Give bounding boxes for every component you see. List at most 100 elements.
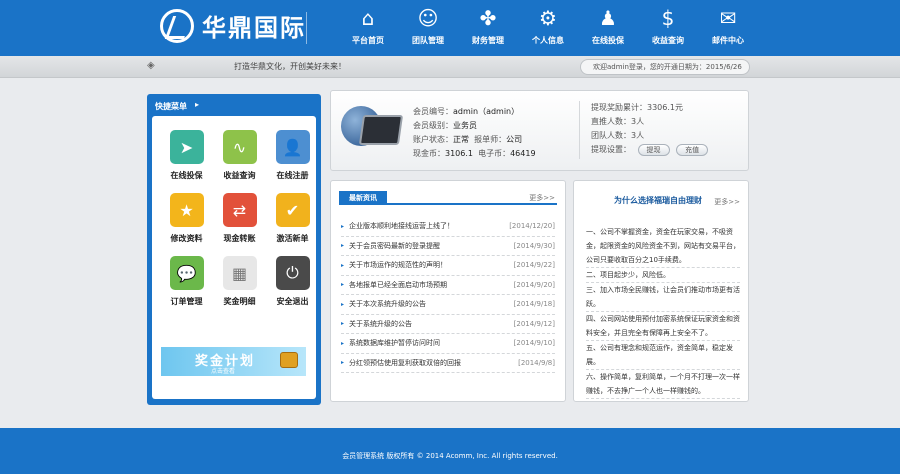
nav-finance[interactable]: ✤ 财务管理 [458,0,518,56]
label: 账户状态： [413,135,453,144]
news-item[interactable]: ▸ 关于系统升级的公告 [2014/9/12] [341,315,555,334]
check-icon: ✔ [275,193,310,227]
nav-label: 平台首页 [352,36,384,45]
why-paragraph: 六、操作简单，复利简单，一个月不打理一次一样赚钱，不去挣广一个人也一样赚钱的。 [586,370,740,399]
news-date: [2014/9/18] [513,300,555,309]
quick-menu-panel: 快捷菜单 ▸ ➤ 在线投保 ∿ 收益查询 👤 在线注册 ★ 修改资料 ⇄ 现金转… [147,94,321,405]
home-icon: ⌂ [361,6,375,30]
money-bag-icon: $ [661,6,675,30]
nav-label: 团队管理 [412,36,444,45]
bullet-icon: ▸ [341,222,345,230]
line-chart-icon: ∿ [222,130,257,164]
quick-item-orders[interactable]: 💬 订单管理 [160,256,213,307]
handshake-icon: ✤ [479,6,497,30]
news-title: 关于会员密码最新的登录提醒 [349,241,441,250]
quick-item-online-insure[interactable]: ➤ 在线投保 [160,130,213,181]
news-title: 系统数据库维护暂停访问时间 [349,339,441,348]
why-paragraph: 四、公司网站使用预付加密系统保证玩家资金和资料安全，并且完全有保障再上安全不了。 [586,312,740,341]
news-item[interactable]: ▸ 各地报单已经全面启动市场预期 [2014/9/20] [341,276,555,295]
member-info-panel: 会员编号：admin（admin） 会员级别：业务员 账户状态：正常 报单师：公… [330,90,749,171]
news-date: [2014/9/20] [513,280,555,289]
bullet-icon: ▸ [341,242,345,250]
quick-menu-grid: ➤ 在线投保 ∿ 收益查询 👤 在线注册 ★ 修改资料 ⇄ 现金转账 ✔ 激活新… [160,130,319,307]
label: 会员编号： [413,107,453,116]
nav-mail[interactable]: ✉ 邮件中心 [698,0,758,56]
member-id: admin（admin） [453,107,520,116]
nav-label: 收益查询 [652,36,684,45]
quick-item-earnings[interactable]: ∿ 收益查询 [213,130,266,181]
nav-profile[interactable]: ⚙ 个人信息 [518,0,578,56]
news-item[interactable]: ▸ 关于市场运作的规范性的声明！ [2014/9/22] [341,256,555,276]
chevron-right-icon: ▸ [195,100,200,109]
why-paragraph: 五、公司有理念和规范运作，资金简单，稳定发展。 [586,341,740,370]
why-choose-panel: 为什么选择福瑞自由理财 更多>> 一、公司不掌握资金，资金在玩家交易，不吸资金，… [573,180,749,402]
logo-text: 华鼎国际 [202,14,306,42]
bullet-icon: ▸ [341,300,345,308]
calendar-icon: ▦ [222,256,257,290]
quick-item-activate[interactable]: ✔ 激活新单 [266,193,319,244]
nav-home[interactable]: ⌂ 平台首页 [338,0,398,56]
news-item[interactable]: ▸ 企业版本顺利地接线运营上线了！ [2014/12/20] [341,217,555,237]
quick-item-label: 在线投保 [170,171,203,180]
user-icon: 👤 [275,130,310,164]
label: 提现设置： [591,145,631,154]
transfer-icon: ⇄ [222,193,257,227]
direct-count: 3人 [631,117,645,126]
logo[interactable]: 华鼎国际 [160,8,306,43]
withdraw-total: 3306.1元 [647,103,683,112]
why-title: 为什么选择福瑞自由理财 [614,196,702,205]
nav-earnings[interactable]: $ 收益查询 [638,0,698,56]
quick-item-label: 在线注册 [276,171,309,180]
nav-label: 在线投保 [592,36,624,45]
banner-subtitle: 点击查看 [211,368,236,375]
quick-item-label: 奖金明细 [223,297,256,306]
nav-label: 财务管理 [472,36,504,45]
news-date: [2014/9/10] [513,339,555,348]
quick-item-label: 现金转账 [223,234,256,243]
why-paragraph: 二、项目起步少，风险低。 [586,268,740,283]
bullet-icon: ▸ [341,320,345,328]
news-title: 关于系统升级的公告 [349,319,413,328]
news-item[interactable]: ▸ 系统数据库维护暂停访问时间 [2014/9/10] [341,334,555,354]
quick-item-transfer[interactable]: ⇄ 现金转账 [213,193,266,244]
quick-item-register[interactable]: 👤 在线注册 [266,130,319,181]
bonus-plan-banner[interactable]: 奖金计划 点击查看 [161,347,306,376]
why-text: 一、公司不掌握资金，资金在玩家交易，不吸资金，起限资金的风险资金不到，网站有交易… [586,225,740,399]
news-date: [2014/9/12] [513,319,555,328]
quick-item-bonus-detail[interactable]: ▦ 奖金明细 [213,256,266,307]
news-date: [2014/9/8] [518,358,555,367]
nav-insure[interactable]: ♟ 在线投保 [578,0,638,56]
treasure-chest-icon [280,352,298,368]
news-item[interactable]: ▸ 关于本次系统升级的公告 [2014/9/18] [341,295,555,315]
team-count: 3人 [631,131,645,140]
why-more-link[interactable]: 更多>> [714,197,740,207]
quick-item-logout[interactable]: ⏻ 安全退出 [266,256,319,307]
news-title: 关于市场运作的规范性的声明！ [349,261,448,270]
ecoin-balance: 46419 [510,149,536,158]
news-more-link[interactable]: 更多>> [529,193,555,203]
news-list: ▸ 企业版本顺利地接线运营上线了！ [2014/12/20] ▸ 关于会员密码最新的登… [341,217,555,373]
main-nav: ⌂ 平台首页 ☺ 团队管理 ✤ 财务管理 ⚙ 个人信息 ♟ 在线投保 $ 收益查… [338,0,758,56]
nav-team[interactable]: ☺ 团队管理 [398,0,458,56]
quick-item-label: 安全退出 [276,297,309,306]
recharge-button[interactable]: 充值 [676,143,709,156]
news-item[interactable]: ▸ 关于会员密码最新的登录提醒 [2014/9/30] [341,237,555,256]
quick-item-label: 收益查询 [223,171,256,180]
member-details: 会员编号：admin（admin） 会员级别：业务员 账户状态：正常 报单师：公… [413,105,536,161]
announcement-marquee: 打造华鼎文化，开创美好未来！ [234,62,346,71]
quick-item-edit-profile[interactable]: ★ 修改资料 [160,193,213,244]
member-level: 业务员 [453,121,477,130]
news-item[interactable]: ▸ 分红领预估使用复利获取双倍的回报 [2014/9/8] [341,354,555,373]
tab-latest-news[interactable]: 最新资讯 [339,191,387,205]
account-status: 正常 [453,135,469,144]
divider [579,101,580,159]
info-bar: ◈ 打造华鼎文化，开创美好未来！ 欢迎admin登录，您的开通日期为：2015/… [0,56,900,78]
cash-balance: 3106.1 [445,149,473,158]
bullet-icon: ▸ [341,281,345,289]
label: 直推人数： [591,117,631,126]
label: 报单师： [474,135,507,144]
footer-copyright: 会员管理系统 版权所有 © 2014 Acomm, Inc. All right… [342,452,558,460]
withdraw-button[interactable]: 提现 [637,143,670,156]
nav-label: 邮件中心 [712,36,744,45]
member-stats: 提现奖励累计：3306.1元 直推人数：3人 团队人数：3人 提现设置： 提现 … [591,101,709,157]
